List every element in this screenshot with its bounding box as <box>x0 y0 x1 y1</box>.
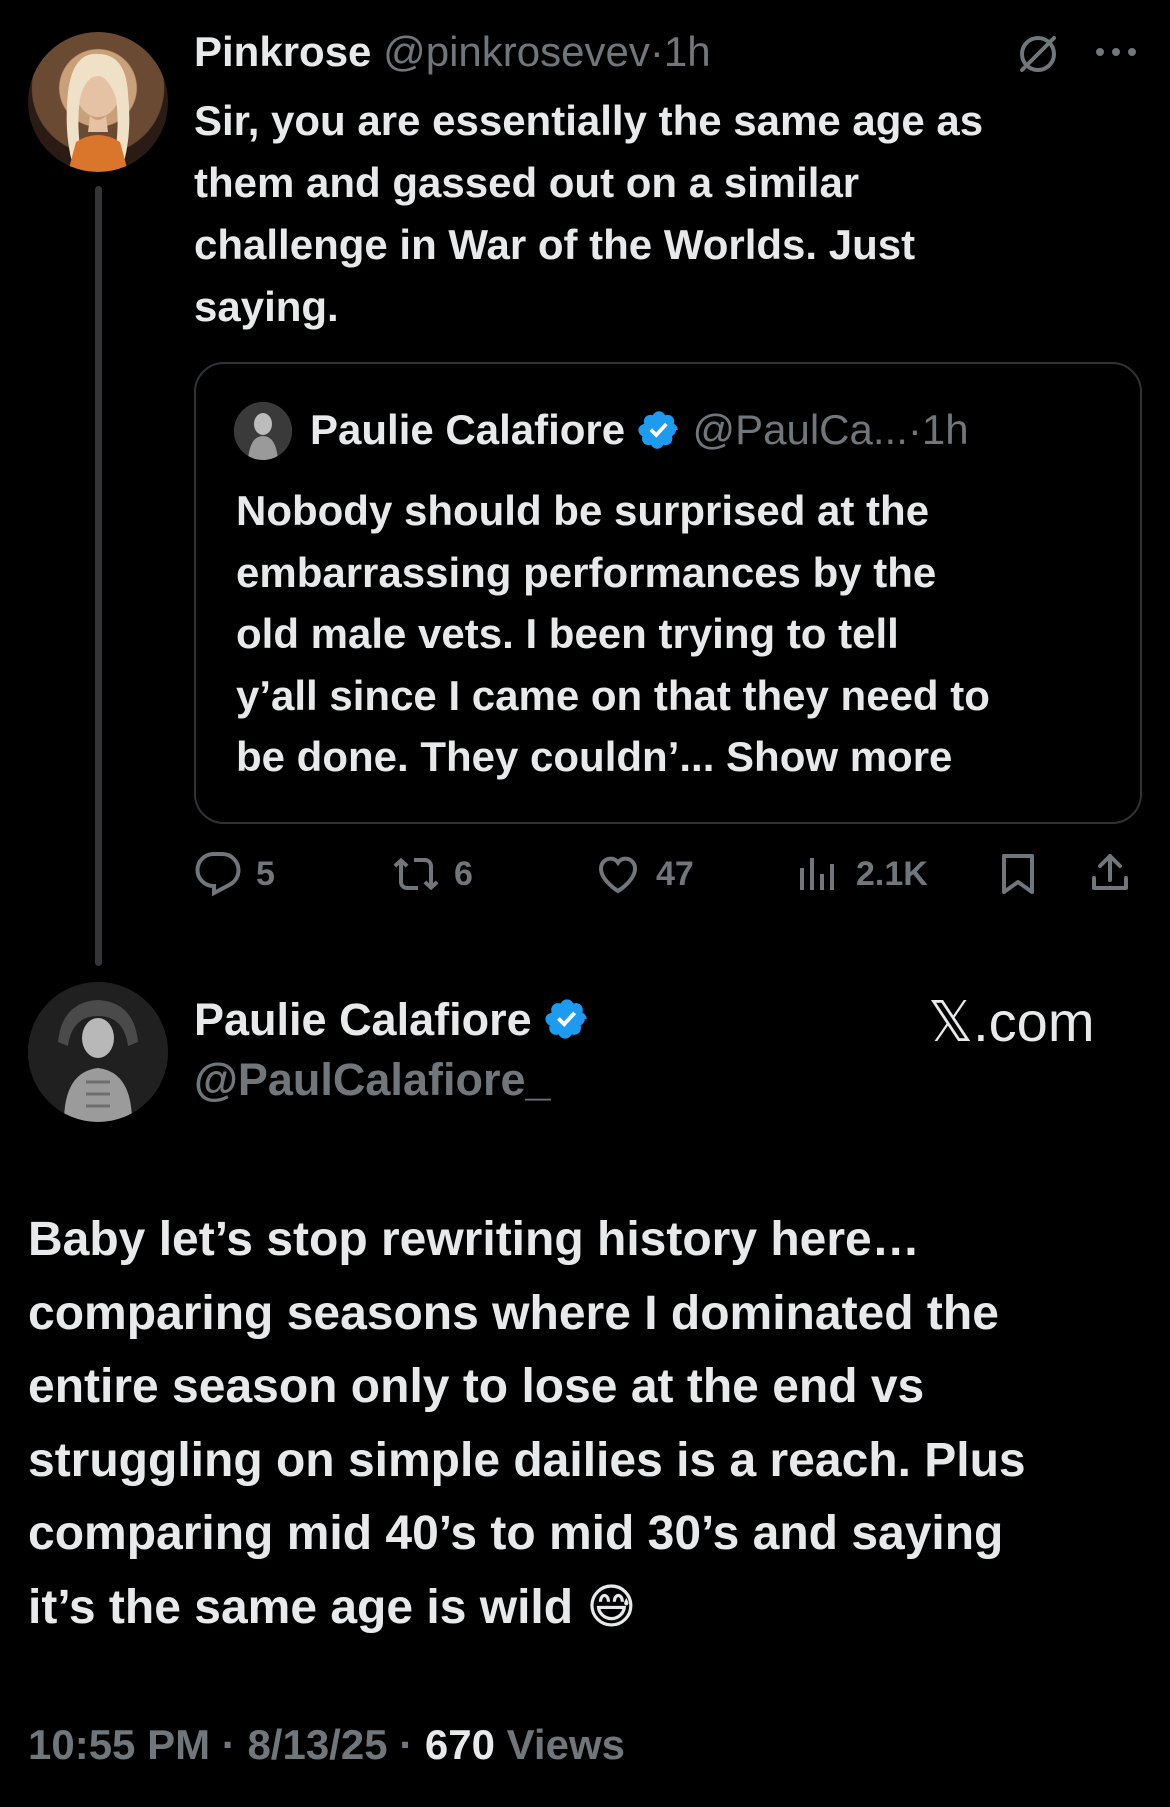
repost-icon <box>393 857 439 891</box>
quote-text-line: embarrassing performances by the <box>236 548 937 596</box>
bookmark-button[interactable] <box>994 850 1042 898</box>
main-text-line: entire season only to lose at the end vs <box>28 1360 925 1413</box>
share-icon <box>1092 854 1128 890</box>
quote-header: Paulie Calafiore @PaulCa...·1h <box>310 404 969 456</box>
quote-time: 1h <box>921 406 969 453</box>
reply-display-name[interactable]: Pinkrose <box>194 28 371 75</box>
tweet-meta: 10:55 PM · 8/13/25 · 670 Views <box>28 1718 625 1772</box>
quote-text-line: Nobody should be surprised at the <box>236 487 930 534</box>
quote-text: Nobody should be surprised at the embarr… <box>236 480 1126 788</box>
main-text-line: Baby let’s stop rewriting history here… <box>28 1213 920 1266</box>
reply-header: Pinkrose @pinkrosevev·1h <box>194 28 711 80</box>
main-avatar[interactable] <box>28 982 168 1122</box>
repost-count: 6 <box>454 854 473 893</box>
main-text-line: struggling on simple dailies is a reach.… <box>28 1433 1026 1487</box>
main-text-line: comparing seasons where I dominated the <box>28 1286 999 1340</box>
thread-connector-line <box>95 186 102 966</box>
verified-badge-icon <box>545 999 587 1039</box>
tweet-date[interactable]: 8/13/25 <box>247 1721 387 1768</box>
reply-icon <box>195 852 241 897</box>
reply-button[interactable]: 5 <box>194 850 275 898</box>
quote-text-line: old male vets. I been trying to tell <box>236 610 899 657</box>
more-dots-icon[interactable] <box>1094 42 1138 62</box>
main-handle[interactable]: @PaulCalafiore_ <box>194 1050 590 1110</box>
like-count: 47 <box>656 854 694 893</box>
meta-dot: · <box>221 1721 236 1768</box>
reply-text-line: saying. <box>194 283 339 330</box>
quote-dot: · <box>907 406 922 453</box>
quote-text-line: be done. They couldn’... Show more <box>236 733 953 780</box>
reply-action-bar: 5 6 47 2.1K <box>194 850 1144 910</box>
main-tweet-text: Baby let’s stop rewriting history here… … <box>28 1203 1158 1644</box>
reply-text: Sir, you are essentially the same age as… <box>194 90 1134 338</box>
like-button[interactable]: 47 <box>594 850 694 898</box>
reply-count: 5 <box>256 854 275 893</box>
quote-handle: @PaulCa... <box>692 406 908 453</box>
share-button[interactable] <box>1086 850 1134 898</box>
reply-text-line: them and gassed out on a similar <box>194 159 860 206</box>
views-chart-icon <box>800 858 834 890</box>
views-label: Views <box>506 1721 625 1768</box>
quoted-tweet-card[interactable]: Paulie Calafiore @PaulCa...·1h Nobody sh… <box>194 362 1142 824</box>
heart-icon <box>598 856 638 894</box>
reply-text-line: Sir, you are essentially the same age as <box>194 97 984 144</box>
quote-display-name: Paulie Calafiore <box>310 406 626 453</box>
quote-text-line: y’all since I came on that they need to <box>236 671 990 719</box>
views-button[interactable]: 2.1K <box>794 850 928 898</box>
circle-slash-icon[interactable] <box>1014 30 1062 78</box>
quote-avatar <box>234 402 292 460</box>
verified-badge-icon <box>638 411 678 449</box>
reply-text-line: challenge in War of the Worlds. Just <box>194 221 916 268</box>
main-author: Paulie Calafiore @PaulCalafiore_ <box>194 990 590 1110</box>
view-count: 670 <box>424 1721 495 1768</box>
main-text-line: it’s the same age is wild 😅 <box>28 1580 637 1634</box>
main-display-name[interactable]: Paulie Calafiore <box>194 994 532 1045</box>
x-com-brand: 𝕏.com <box>928 990 1095 1053</box>
reply-time[interactable]: 1h <box>664 28 711 75</box>
reply-handle[interactable]: @pinkrosevev <box>383 28 650 75</box>
meta-dot: · <box>399 1721 414 1768</box>
bookmark-icon <box>1002 854 1034 894</box>
main-text-line: comparing mid 40’s to mid 30’s and sayin… <box>28 1507 1004 1560</box>
views-count: 2.1K <box>856 854 928 893</box>
reply-avatar[interactable] <box>28 32 168 172</box>
repost-button[interactable]: 6 <box>392 850 473 898</box>
tweet-time[interactable]: 10:55 PM <box>28 1721 210 1768</box>
reply-dot: · <box>649 28 664 75</box>
